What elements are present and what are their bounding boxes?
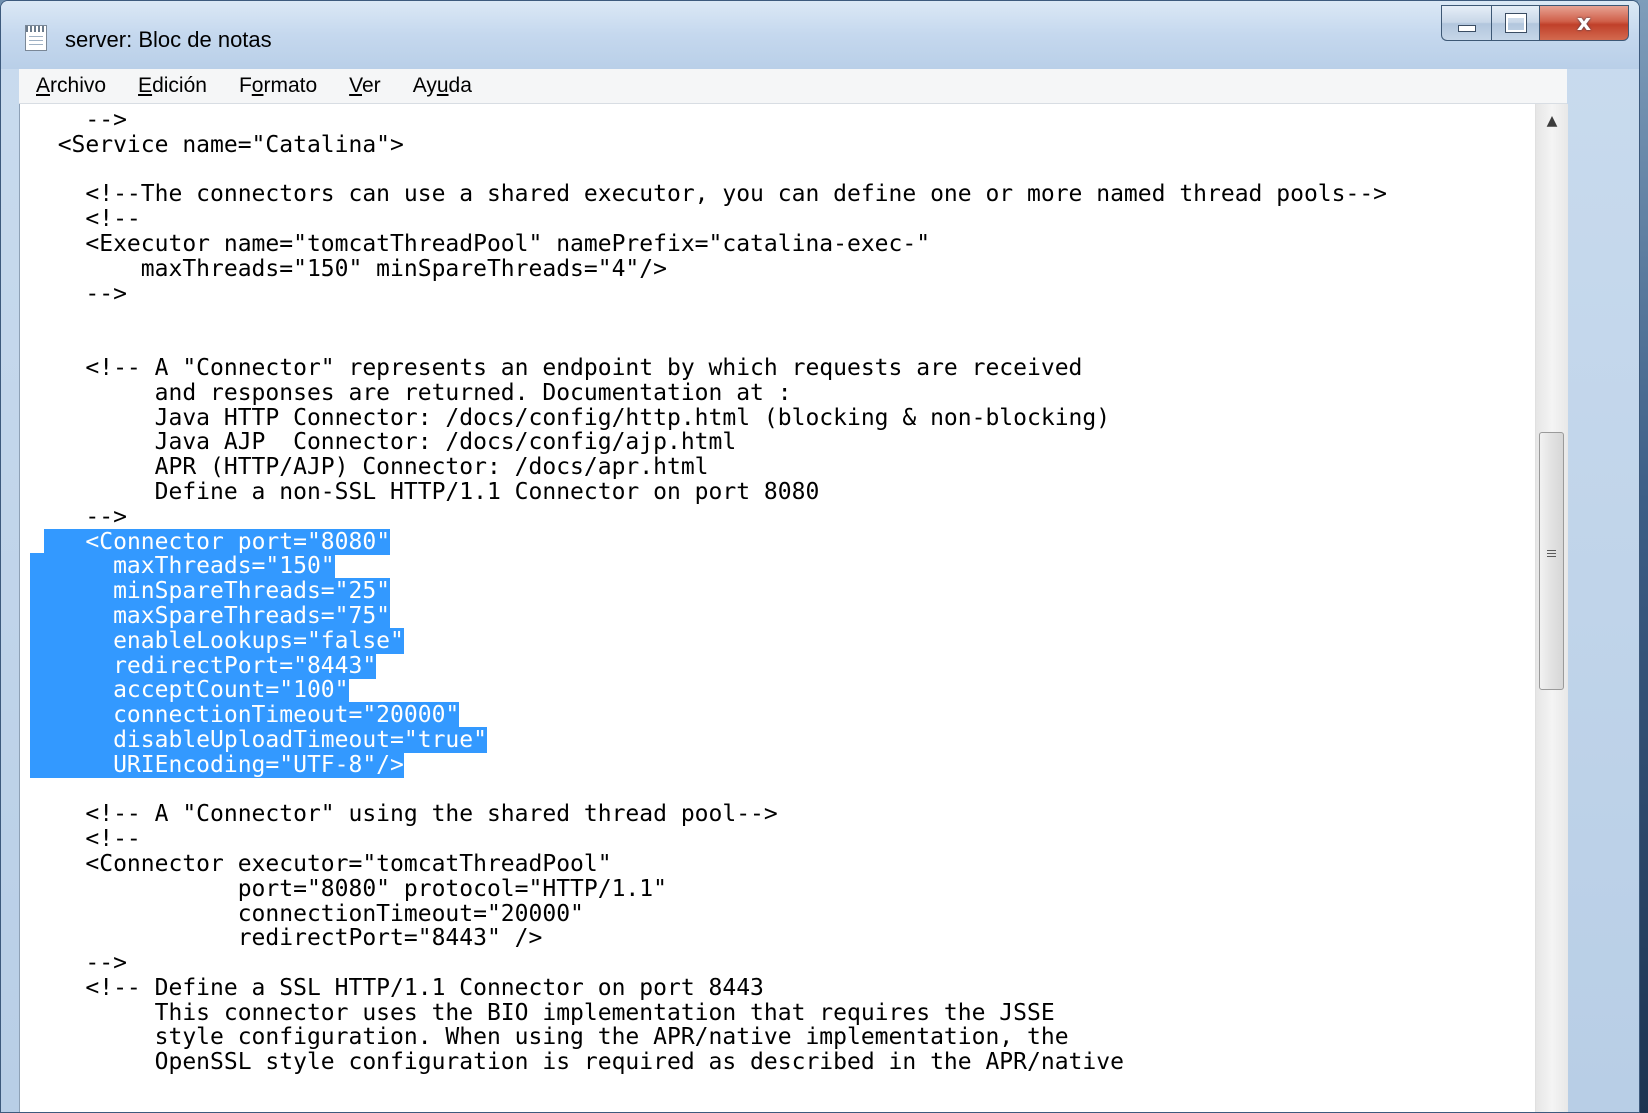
text-line[interactable]: enableLookups="false" bbox=[30, 627, 1387, 654]
maximize-icon bbox=[1504, 13, 1527, 33]
text-line[interactable]: connectionTimeout="20000" bbox=[30, 702, 1387, 729]
text-line[interactable]: port="8080" protocol="HTTP/1.1" bbox=[30, 876, 1387, 902]
grip-icon bbox=[1540, 550, 1563, 558]
text-line[interactable]: maxThreads="150" bbox=[30, 553, 1387, 580]
text-line[interactable]: <Executor name="tomcatThreadPool" namePr… bbox=[30, 232, 1387, 257]
scroll-up-button[interactable]: ▲ bbox=[1536, 104, 1568, 138]
selected-text[interactable]: redirectPort="8443" bbox=[30, 652, 377, 679]
text-line[interactable]: <!-- bbox=[30, 207, 1387, 232]
text-line[interactable]: Define a non-SSL HTTP/1.1 Connector on p… bbox=[30, 480, 1387, 505]
text-line[interactable]: <!-- A "Connector" using the shared thre… bbox=[30, 802, 1387, 827]
text-line[interactable]: APR (HTTP/AJP) Connector: /docs/apr.html bbox=[30, 455, 1387, 480]
window-title: server: Bloc de notas bbox=[65, 27, 272, 52]
text-line[interactable]: <Connector executor="tomcatThreadPool" bbox=[30, 852, 1387, 877]
text-line[interactable]: and responses are returned. Documentatio… bbox=[30, 380, 1387, 406]
text-line[interactable]: <Service name="Catalina"> bbox=[30, 132, 1387, 158]
menu-bar: Archivo Edición Formato Ver Ayuda bbox=[19, 69, 1567, 104]
text-line[interactable]: This connector uses the BIO implementati… bbox=[30, 1000, 1387, 1026]
text-line[interactable]: style configuration. When using the APR/… bbox=[30, 1025, 1387, 1050]
text-line[interactable]: minSpareThreads="25" bbox=[30, 578, 1387, 605]
text-line[interactable]: <!--The connectors can use a shared exec… bbox=[30, 182, 1387, 207]
selected-text[interactable]: maxSpareThreads="75" bbox=[30, 602, 391, 629]
selected-text[interactable]: acceptCount="100" bbox=[30, 677, 349, 704]
text-line[interactable]: URIEncoding="UTF-8"/> bbox=[30, 751, 1387, 778]
maximize-button[interactable] bbox=[1491, 5, 1539, 41]
text-line[interactable] bbox=[30, 306, 1387, 331]
text-line[interactable]: maxSpareThreads="75" bbox=[30, 602, 1387, 629]
selected-text[interactable]: disableUploadTimeout="true" bbox=[30, 726, 487, 753]
text-line[interactable]: connectionTimeout="20000" bbox=[30, 901, 1387, 927]
scroll-thumb[interactable] bbox=[1539, 432, 1564, 691]
text-line[interactable] bbox=[30, 331, 1387, 356]
text-line[interactable]: redirectPort="8443" /> bbox=[30, 926, 1387, 951]
text-line[interactable]: <!-- A "Connector" represents an endpoin… bbox=[30, 356, 1387, 381]
text-line[interactable]: --> bbox=[30, 281, 1387, 307]
text-line[interactable]: <Connector port="8080" bbox=[30, 528, 1387, 555]
close-button[interactable]: x bbox=[1539, 5, 1629, 41]
selected-text[interactable]: connectionTimeout="20000" bbox=[30, 702, 460, 729]
text-line[interactable]: <!-- Define a SSL HTTP/1.1 Connector on … bbox=[30, 976, 1387, 1001]
text-line[interactable] bbox=[30, 778, 1387, 803]
text-line[interactable]: acceptCount="100" bbox=[30, 677, 1387, 704]
menu-edicion[interactable]: Edición bbox=[125, 74, 220, 98]
notepad-icon[interactable] bbox=[25, 25, 47, 51]
vertical-scrollbar[interactable]: ▲ bbox=[1535, 104, 1568, 1112]
text-line[interactable]: OpenSSL style configuration is required … bbox=[30, 1050, 1387, 1075]
selected-text[interactable]: minSpareThreads="25" bbox=[30, 578, 391, 605]
text-line[interactable]: redirectPort="8443" bbox=[30, 652, 1387, 679]
selected-text[interactable]: <Connector port="8080" bbox=[43, 528, 391, 555]
text-line[interactable]: Java HTTP Connector: /docs/config/http.h… bbox=[30, 405, 1387, 431]
text-line[interactable]: --> bbox=[30, 108, 1387, 133]
menu-ver[interactable]: Ver bbox=[336, 74, 394, 98]
selected-text[interactable]: maxThreads="150" bbox=[30, 553, 335, 580]
menu-ayuda[interactable]: Ayuda bbox=[400, 74, 485, 98]
text-line[interactable] bbox=[30, 158, 1387, 183]
close-icon: x bbox=[1576, 10, 1592, 36]
selected-text[interactable]: URIEncoding="UTF-8"/> bbox=[30, 751, 404, 778]
text-line[interactable]: <!-- bbox=[30, 827, 1387, 852]
menu-formato[interactable]: Formato bbox=[226, 74, 330, 98]
notepad-window: server: Bloc de notas x Archivo Edición Fo… bbox=[0, 0, 1640, 1113]
title-bar[interactable]: server: Bloc de notas x bbox=[1, 1, 1639, 69]
minimize-icon bbox=[1457, 24, 1476, 32]
text-editor[interactable]: --> <Service name="Catalina"> <!--The co… bbox=[19, 104, 1568, 1112]
text-line[interactable]: maxThreads="150" minSpareThreads="4"/> bbox=[30, 256, 1387, 282]
text-line[interactable]: disableUploadTimeout="true" bbox=[30, 726, 1387, 753]
minimize-button[interactable] bbox=[1441, 5, 1491, 41]
menu-archivo[interactable]: Archivo bbox=[23, 74, 119, 98]
triangle-up-icon: ▲ bbox=[1546, 113, 1558, 129]
text-line[interactable]: --> bbox=[30, 951, 1387, 976]
editor-text[interactable]: --> <Service name="Catalina"> <!--The co… bbox=[30, 108, 1387, 1075]
text-line[interactable]: Java AJP Connector: /docs/config/ajp.htm… bbox=[30, 430, 1387, 455]
text-line[interactable]: --> bbox=[30, 504, 1387, 530]
selected-text[interactable]: enableLookups="false" bbox=[30, 627, 404, 654]
window-controls: x bbox=[1441, 5, 1629, 43]
